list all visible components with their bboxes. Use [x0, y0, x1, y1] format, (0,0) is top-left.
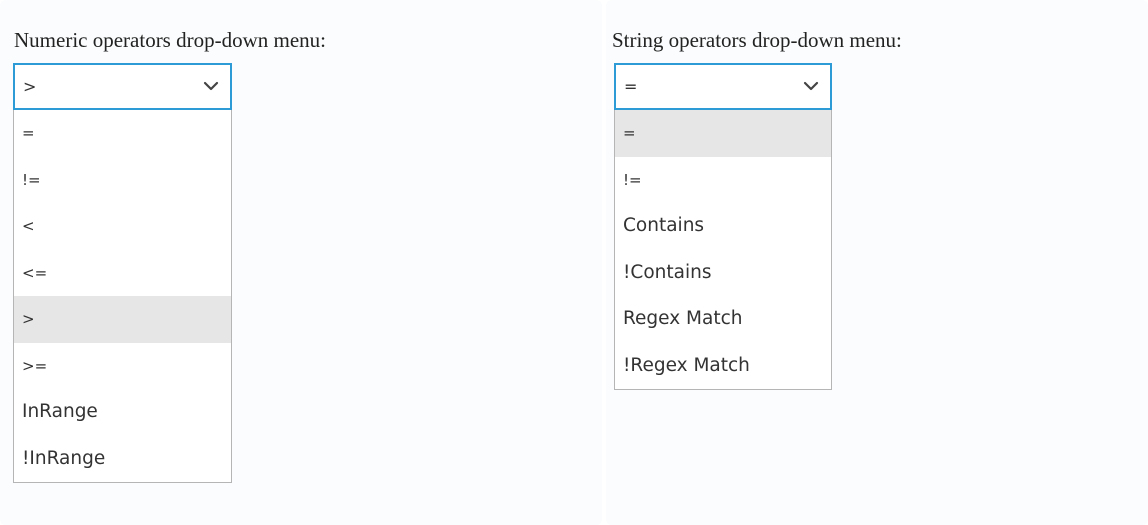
numeric-option-greater-than[interactable]: >: [14, 296, 231, 343]
numeric-option-equals[interactable]: =: [14, 110, 231, 157]
string-operators-caption: String operators drop-down menu:: [612, 28, 902, 52]
numeric-operator-menu: = != < <= > >= InRange !InRange: [13, 110, 232, 483]
chevron-down-icon: [203, 81, 219, 91]
numeric-option-greater-or-equal[interactable]: >=: [14, 343, 231, 390]
numeric-operator-selected-value: >: [23, 77, 37, 96]
string-option-equals[interactable]: =: [615, 110, 831, 157]
numeric-operators-panel: Numeric operators drop-down menu: > = !=…: [0, 0, 602, 525]
numeric-option-in-range[interactable]: InRange: [14, 389, 231, 436]
chevron-down-icon: [803, 81, 819, 91]
string-option-not-equals[interactable]: !=: [615, 157, 831, 204]
string-operators-panel: String operators drop-down menu: = = != …: [606, 0, 1148, 525]
string-option-not-regex-match[interactable]: !Regex Match: [615, 343, 831, 390]
numeric-option-not-in-range[interactable]: !InRange: [14, 436, 231, 483]
numeric-option-not-equals[interactable]: !=: [14, 157, 231, 204]
string-option-regex-match[interactable]: Regex Match: [615, 296, 831, 343]
string-operator-selected-value: =: [624, 77, 638, 96]
string-operator-select[interactable]: =: [614, 63, 832, 110]
numeric-operator-select[interactable]: >: [13, 63, 232, 110]
numeric-option-less-than[interactable]: <: [14, 203, 231, 250]
string-option-not-contains[interactable]: !Contains: [615, 250, 831, 297]
numeric-operators-caption: Numeric operators drop-down menu:: [14, 28, 326, 52]
string-option-contains[interactable]: Contains: [615, 203, 831, 250]
numeric-option-less-or-equal[interactable]: <=: [14, 250, 231, 297]
string-operator-menu: = != Contains !Contains Regex Match !Reg…: [614, 110, 832, 390]
